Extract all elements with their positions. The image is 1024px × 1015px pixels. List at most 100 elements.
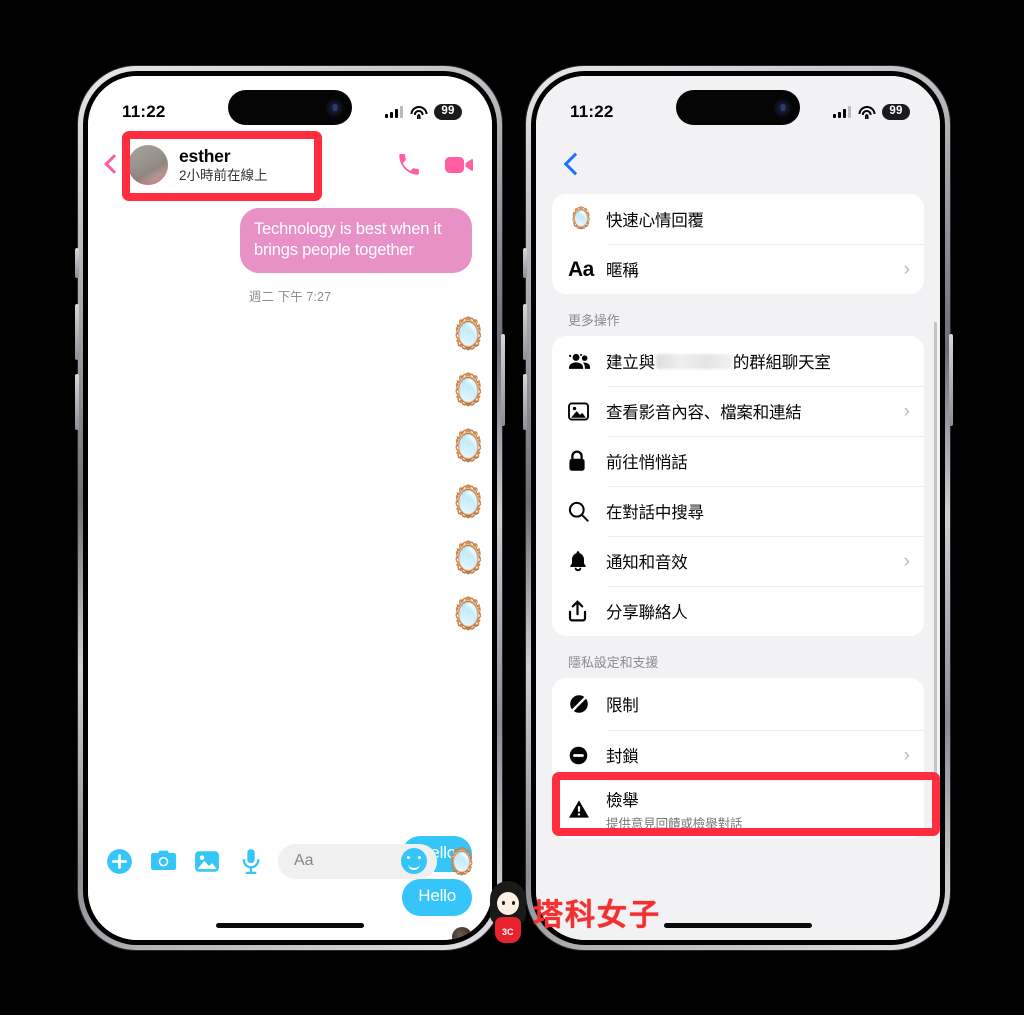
header-actions bbox=[396, 152, 474, 178]
search-icon bbox=[568, 501, 598, 522]
power-button[interactable] bbox=[501, 334, 505, 426]
mirror-sticker: 🪞 bbox=[449, 316, 488, 351]
message-list[interactable]: Technology is best when it brings people… bbox=[88, 196, 492, 940]
contact-status: 2小時前在線上 bbox=[179, 167, 268, 183]
add-plus-icon[interactable] bbox=[102, 844, 136, 878]
cellular-bars-icon bbox=[832, 106, 851, 118]
battery-indicator: 99 bbox=[434, 104, 462, 120]
row-create-group-chat[interactable]: 建立與 的群組聊天室 bbox=[552, 336, 924, 386]
dynamic-island bbox=[228, 90, 352, 125]
row-label: 檢舉 提供意見回饋或檢舉對話 bbox=[606, 787, 910, 832]
phone-call-icon[interactable] bbox=[396, 152, 422, 178]
row-secret-conversation[interactable]: 前往悄悄話 bbox=[552, 436, 924, 486]
home-indicator bbox=[664, 923, 812, 928]
status-time: 11:22 bbox=[570, 102, 614, 121]
watermark-text: 塔科女子 bbox=[533, 899, 661, 932]
more-actions-card: 建立與 的群組聊天室 查看影音內容、檔案和連結 › 前往悄悄話 在對話中搜尋 通… bbox=[552, 336, 924, 636]
right-phone-screen: 11:22 99 🪞 快速心情回覆 Aa 暱稱 › 更多操作 建立與 的群組聊天… bbox=[536, 76, 940, 940]
scrollbar[interactable] bbox=[934, 322, 937, 788]
mute-switch[interactable] bbox=[75, 248, 79, 278]
nickname-aa-icon: Aa bbox=[568, 257, 594, 281]
row-label: 分享聯絡人 bbox=[606, 604, 688, 622]
quick-settings-card: 🪞 快速心情回覆 Aa 暱稱 › bbox=[552, 194, 924, 294]
row-label: 限制 bbox=[606, 697, 639, 715]
row-label: 快速心情回覆 bbox=[606, 212, 704, 230]
volume-up-button[interactable] bbox=[523, 304, 527, 360]
block-circle-icon bbox=[568, 745, 598, 766]
mute-switch[interactable] bbox=[523, 248, 527, 278]
mirror-emoji-icon: 🪞 bbox=[568, 207, 595, 230]
home-indicator bbox=[216, 923, 364, 928]
group-title-more-actions: 更多操作 bbox=[568, 313, 620, 328]
sticker-shortcut-icon[interactable]: 🪞 bbox=[446, 848, 478, 874]
chevron-right-icon: › bbox=[903, 258, 910, 280]
camera-icon[interactable] bbox=[146, 844, 180, 878]
status-indicators: 99 bbox=[384, 104, 462, 120]
mirror-sticker: 🪞 bbox=[449, 484, 488, 519]
volume-down-button[interactable] bbox=[75, 374, 79, 430]
redacted-name bbox=[655, 353, 732, 369]
chevron-right-icon: › bbox=[903, 400, 910, 422]
share-contact-icon bbox=[568, 600, 598, 622]
row-label: 建立與 的群組聊天室 bbox=[606, 349, 910, 373]
status-time: 11:22 bbox=[122, 102, 166, 121]
cellular-bars-icon bbox=[384, 106, 403, 118]
row-label: 暱稱 bbox=[606, 262, 639, 280]
row-label: 在對話中搜尋 bbox=[606, 504, 704, 522]
contact-info[interactable]: esther 2小時前在線上 bbox=[179, 146, 268, 185]
mirror-sticker: 🪞 bbox=[449, 540, 488, 575]
photo-gallery-icon[interactable] bbox=[190, 844, 224, 878]
row-report[interactable]: 檢舉 提供意見回饋或檢舉對話 bbox=[552, 780, 924, 838]
front-camera-icon bbox=[326, 99, 343, 116]
chat-settings-screen: 11:22 99 🪞 快速心情回覆 Aa 暱稱 › 更多操作 建立與 的群組聊天… bbox=[536, 76, 940, 940]
mirror-sticker: 🪞 bbox=[449, 596, 488, 631]
settings-scroll-area[interactable]: 🪞 快速心情回覆 Aa 暱稱 › 更多操作 建立與 的群組聊天室 查看影音內容、… bbox=[536, 194, 940, 940]
watermark-badge: 3C bbox=[502, 927, 514, 937]
battery-indicator: 99 bbox=[882, 104, 910, 120]
row-restrict[interactable]: 限制 bbox=[552, 678, 924, 730]
report-warning-icon bbox=[568, 799, 598, 819]
label-after: 的群組聊天室 bbox=[732, 354, 831, 372]
row-label: 前往悄悄話 bbox=[606, 454, 688, 472]
row-share-contact[interactable]: 分享聯絡人 bbox=[552, 586, 924, 636]
left-phone-frame: 11:22 99 esther 2小時前在線上 Technology is be… bbox=[75, 66, 505, 950]
status-indicators: 99 bbox=[832, 104, 910, 120]
row-nickname[interactable]: Aa 暱稱 › bbox=[552, 244, 924, 294]
row-view-media[interactable]: 查看影音內容、檔案和連結 › bbox=[552, 386, 924, 436]
group-people-icon bbox=[568, 353, 598, 370]
wifi-icon bbox=[858, 105, 875, 119]
microphone-icon[interactable] bbox=[234, 844, 268, 878]
back-chevron-icon[interactable] bbox=[98, 152, 124, 178]
sticker-column: 🪞 🪞 🪞 🪞 🪞 🪞 bbox=[449, 318, 488, 629]
left-phone-screen: 11:22 99 esther 2小時前在線上 Technology is be… bbox=[88, 76, 492, 940]
report-title: 檢舉 bbox=[606, 791, 639, 810]
row-quick-reaction[interactable]: 🪞 快速心情回覆 bbox=[552, 194, 924, 244]
dynamic-island bbox=[676, 90, 800, 125]
bell-notification-icon bbox=[568, 550, 598, 572]
back-chevron-icon[interactable] bbox=[558, 151, 584, 177]
contact-name: esther bbox=[179, 145, 231, 166]
report-subtitle: 提供意見回饋或檢舉對話 bbox=[606, 816, 743, 831]
row-notifications-sounds[interactable]: 通知和音效 › bbox=[552, 536, 924, 586]
group-title-privacy: 隱私設定和支援 bbox=[568, 655, 659, 670]
incoming-message-bubble: Technology is best when it brings people… bbox=[240, 208, 472, 274]
volume-up-button[interactable] bbox=[75, 304, 79, 360]
mirror-sticker: 🪞 bbox=[449, 428, 488, 463]
row-block[interactable]: 封鎖 › bbox=[552, 730, 924, 780]
video-call-icon[interactable] bbox=[444, 154, 474, 176]
row-label: 封鎖 bbox=[606, 748, 639, 766]
row-label: 通知和音效 bbox=[606, 554, 688, 572]
seen-avatar bbox=[452, 926, 472, 940]
messenger-chat-screen: 11:22 99 esther 2小時前在線上 Technology is be… bbox=[88, 76, 492, 940]
message-input[interactable]: Aa bbox=[278, 843, 437, 879]
power-button[interactable] bbox=[949, 334, 953, 426]
message-composer: Aa 🪞 bbox=[88, 834, 492, 888]
watermark-mascot-icon: 3C bbox=[487, 881, 529, 943]
privacy-card: 限制 封鎖 › 檢舉 提供意見回饋或檢舉對話 bbox=[552, 678, 924, 838]
row-search-in-conversation[interactable]: 在對話中搜尋 bbox=[552, 486, 924, 536]
emoji-smiley-icon[interactable] bbox=[400, 848, 427, 874]
mirror-sticker: 🪞 bbox=[449, 372, 488, 407]
volume-down-button[interactable] bbox=[523, 374, 527, 430]
contact-avatar[interactable] bbox=[128, 145, 168, 185]
message-timestamp: 週二 下午 7:27 bbox=[248, 290, 332, 304]
